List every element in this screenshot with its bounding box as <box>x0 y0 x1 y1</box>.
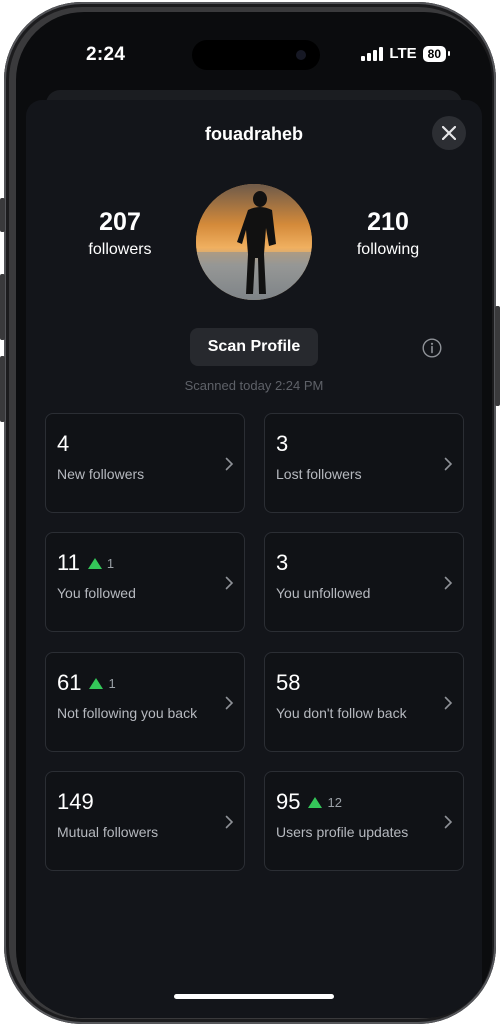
card-not-following-back[interactable]: 61 1 Not following you back <box>45 652 245 752</box>
chevron-right-icon <box>225 457 234 471</box>
avatar-photo-icon <box>196 184 312 300</box>
close-icon <box>442 126 456 140</box>
card-delta-value: 1 <box>106 555 115 571</box>
dynamic-island <box>192 40 320 70</box>
action-button <box>0 198 5 232</box>
card-label: Not following you back <box>57 705 198 721</box>
card-label: Users profile updates <box>276 824 409 840</box>
home-indicator[interactable] <box>174 994 334 999</box>
card-lost-followers[interactable]: 3 Lost followers <box>264 413 464 513</box>
card-delta-value: 1 <box>108 675 116 691</box>
card-value: 3 <box>276 550 289 575</box>
status-indicators: LTE 80 <box>361 45 451 62</box>
card-new-followers[interactable]: 4 New followers <box>45 413 245 513</box>
triangle-up-icon <box>87 557 102 569</box>
card-value-row: 3 <box>276 431 288 457</box>
triangle-up-icon <box>308 796 323 808</box>
card-label: Mutual followers <box>57 824 159 840</box>
card-value: 149 <box>57 789 94 814</box>
card-value: 58 <box>276 670 301 695</box>
card-delta: 1 <box>89 675 116 691</box>
followers-label: followers <box>88 241 152 258</box>
card-label: You don't follow back <box>276 705 407 721</box>
card-value: 61 <box>57 670 82 695</box>
chevron-right-icon <box>444 576 453 590</box>
avatar <box>196 184 312 300</box>
card-label: Lost followers <box>276 466 362 482</box>
status-time: 2:24 <box>86 44 126 65</box>
followers-count: 207 <box>99 208 141 236</box>
battery-icon: 80 <box>422 45 451 62</box>
following-stat[interactable]: 210 following <box>328 208 448 259</box>
card-delta-value: 12 <box>327 794 342 810</box>
card-delta: 1 <box>87 555 115 571</box>
chevron-right-icon <box>225 815 234 829</box>
chevron-right-icon <box>225 576 234 590</box>
chevron-right-icon <box>444 815 453 829</box>
card-label: You unfollowed <box>276 585 371 601</box>
card-you-followed[interactable]: 11 1 You followed <box>45 532 245 632</box>
followers-stat[interactable]: 207 followers <box>60 208 180 259</box>
card-you-unfollowed[interactable]: 3 You unfollowed <box>264 532 464 632</box>
card-label: You followed <box>57 585 136 601</box>
card-value: 95 <box>276 789 301 814</box>
card-value-row: 95 12 <box>276 789 342 815</box>
username-title: fouadraheb <box>204 124 303 144</box>
volume-down-button <box>0 356 5 422</box>
phone-frame: 2:24 LTE 80 fouadraheb 207 followers 210… <box>0 2 500 1024</box>
close-button[interactable] <box>432 116 466 150</box>
following-count: 210 <box>367 208 409 236</box>
last-scanned-text: Scanned today 2:24 PM <box>184 378 324 393</box>
card-value-row: 4 <box>57 431 69 457</box>
card-mutual-followers[interactable]: 149 Mutual followers <box>45 771 245 871</box>
scan-profile-button[interactable]: Scan Profile <box>190 328 318 366</box>
chevron-right-icon <box>444 457 453 471</box>
chevron-right-icon <box>444 696 453 710</box>
network-type: LTE <box>389 45 417 62</box>
card-value-row: 61 1 <box>57 670 116 696</box>
card-value: 3 <box>276 431 289 456</box>
card-value-row: 149 <box>57 789 94 815</box>
card-you-dont-follow-back[interactable]: 58 You don't follow back <box>264 652 464 752</box>
volume-up-button <box>0 274 5 340</box>
card-label: New followers <box>57 466 145 482</box>
chevron-right-icon <box>225 696 234 710</box>
card-value-row: 3 <box>276 550 288 576</box>
card-profile-updates[interactable]: 95 12 Users profile updates <box>264 771 464 871</box>
card-value-row: 58 <box>276 670 300 696</box>
following-label: following <box>356 241 420 258</box>
card-value: 4 <box>57 431 70 456</box>
screen: 2:24 LTE 80 fouadraheb 207 followers 210… <box>16 12 492 1018</box>
info-icon[interactable] <box>422 338 442 358</box>
card-value: 11 <box>57 550 80 575</box>
card-delta: 12 <box>308 794 342 810</box>
front-camera-icon <box>296 50 306 60</box>
triangle-up-icon <box>89 677 104 689</box>
card-value-row: 11 1 <box>57 550 114 576</box>
power-button <box>495 306 500 406</box>
status-bar: 2:24 LTE 80 <box>16 12 492 96</box>
signal-icon <box>361 46 384 61</box>
